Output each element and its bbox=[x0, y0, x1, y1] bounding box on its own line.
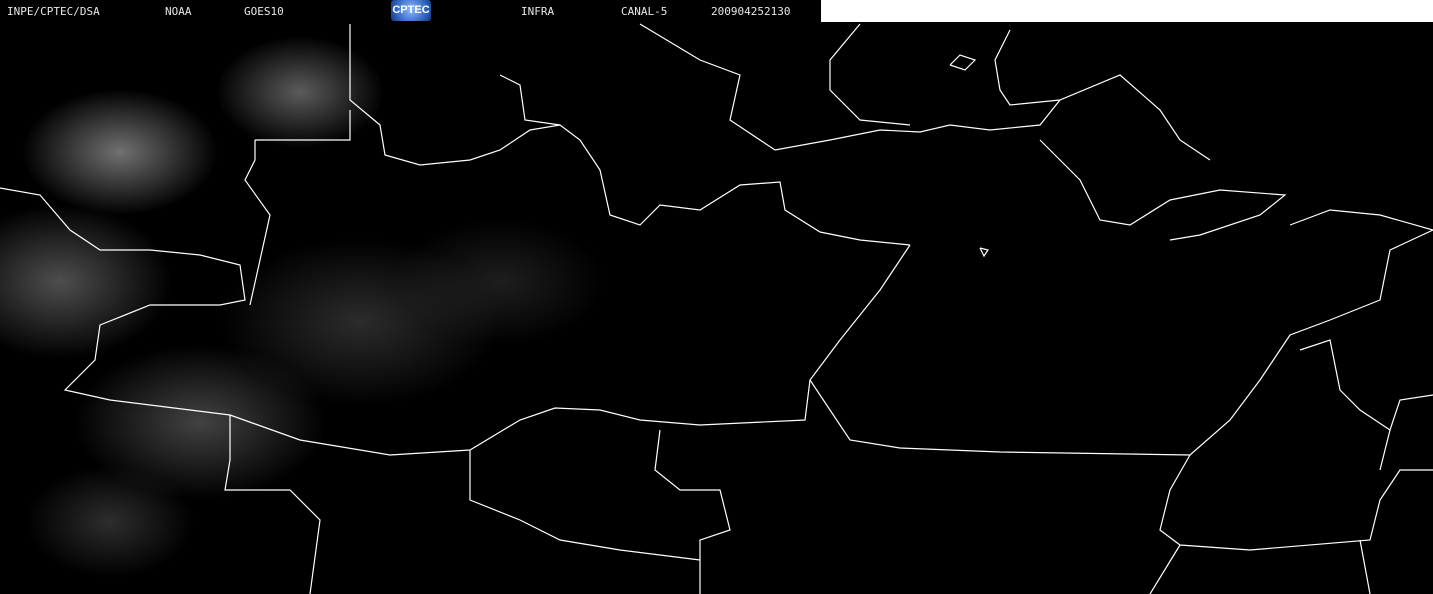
border-line bbox=[1159, 454, 1433, 551]
political-borders-map bbox=[0, 23, 1433, 594]
border-line bbox=[0, 187, 811, 456]
header-blank-area bbox=[821, 0, 1433, 22]
border-line bbox=[469, 450, 701, 561]
channel-label: CANAL-5 bbox=[621, 5, 668, 18]
border-line bbox=[1359, 539, 1371, 594]
border-line bbox=[1039, 139, 1287, 241]
border-line bbox=[499, 74, 561, 126]
band-label: INFRA bbox=[521, 5, 555, 18]
border-line bbox=[255, 110, 351, 141]
source-label: INPE/CPTEC/DSA bbox=[7, 5, 100, 18]
border-line bbox=[809, 229, 1433, 456]
border-line bbox=[1289, 209, 1433, 231]
border-line bbox=[639, 23, 1211, 161]
border-line bbox=[829, 23, 911, 126]
border-line bbox=[1149, 544, 1181, 594]
border-line bbox=[1389, 394, 1433, 431]
border-line bbox=[224, 415, 321, 594]
border-line bbox=[994, 29, 1061, 106]
border-line bbox=[949, 54, 977, 71]
border-line bbox=[349, 24, 911, 246]
satellite-label: GOES10 bbox=[244, 5, 284, 18]
border-line bbox=[979, 247, 989, 258]
agency-label: NOAA bbox=[165, 5, 192, 18]
timestamp-label: 200904252130 bbox=[711, 5, 791, 18]
image-header-bar: INPE/CPTEC/DSA NOAA GOES10 CPTEC INFRA C… bbox=[0, 0, 821, 22]
border-line bbox=[244, 140, 271, 306]
border-line bbox=[1299, 339, 1391, 471]
cptec-logo: CPTEC bbox=[391, 0, 431, 21]
border-line bbox=[654, 429, 731, 594]
